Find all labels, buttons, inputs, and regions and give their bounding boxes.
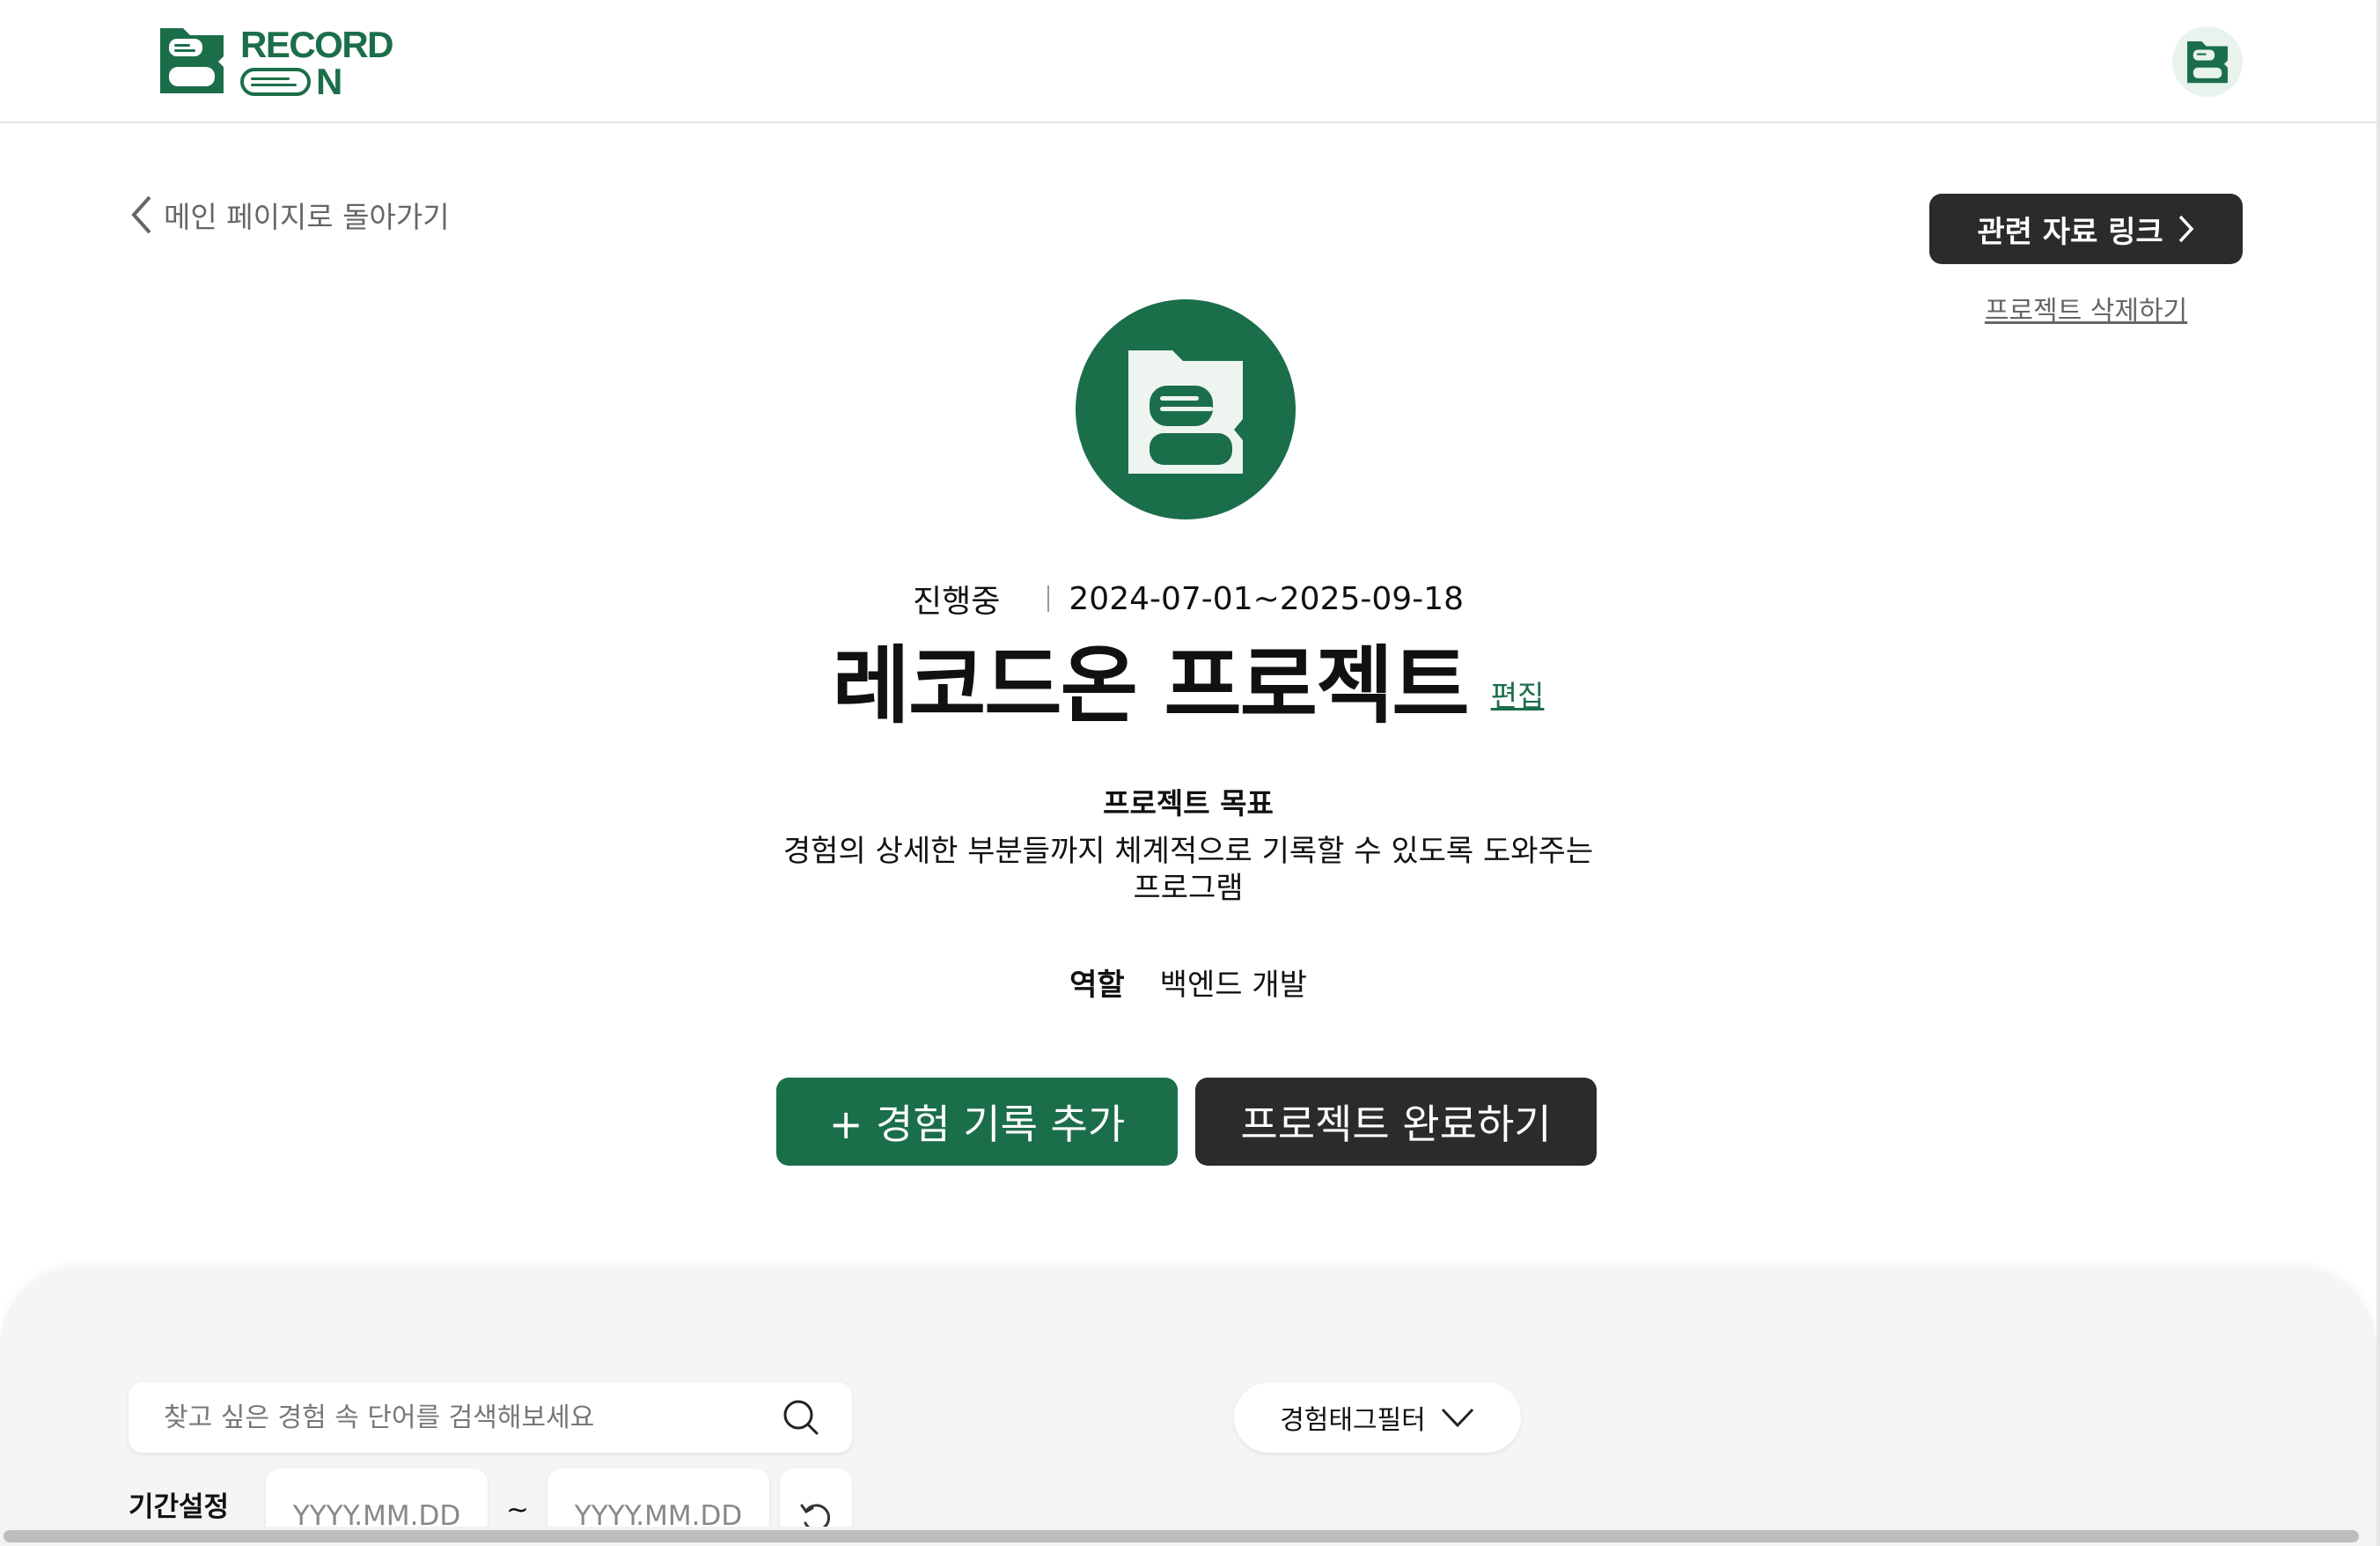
- project-title-row: 레코드온 프로젝트 편집: [0, 637, 2376, 734]
- date-range-separator: ~: [506, 1494, 529, 1526]
- horizontal-scrollbar-thumb[interactable]: [4, 1530, 2359, 1542]
- period-label: 기간설정: [129, 1491, 230, 1523]
- related-link-button[interactable]: 관련 자료 링크: [1929, 194, 2243, 264]
- edit-link[interactable]: 편집: [1491, 673, 1545, 715]
- logo-mark-icon: [160, 28, 224, 93]
- search-icon[interactable]: [782, 1398, 820, 1437]
- meta-divider: [1047, 585, 1050, 612]
- delete-project-link[interactable]: 프로젝트 삭제하기: [1929, 289, 2243, 328]
- project-thumbnail: [1076, 299, 1296, 519]
- record-on-logo-icon: [2187, 41, 2228, 84]
- role-label: 역할: [1069, 967, 1125, 1003]
- goal-label: 프로젝트 목표: [1103, 786, 1274, 821]
- chevron-right-icon: [2178, 215, 2194, 243]
- related-link-label: 관련 자료 링크: [1977, 214, 2163, 250]
- project-period: 2024-07-01~2025-09-18: [1069, 580, 1464, 617]
- profile-avatar[interactable]: [2172, 26, 2243, 97]
- logo-wordmark-line1: RECORD: [240, 24, 394, 65]
- top-header: RECORD N: [0, 0, 2376, 123]
- action-buttons: + 경험 기록 추가 프로젝트 완료하기: [776, 1078, 1597, 1166]
- experience-tag-filter-dropdown[interactable]: 경험태그필터: [1234, 1382, 1521, 1453]
- horizontal-scrollbar[interactable]: [0, 1527, 2376, 1546]
- project-status: 진행중: [913, 584, 1001, 620]
- search-input[interactable]: [164, 1402, 782, 1433]
- project-role: 역할 백엔드 개발: [0, 960, 2376, 1004]
- logo-wordmark-n: N: [316, 61, 343, 102]
- chevron-left-icon: [131, 195, 151, 234]
- page: RECORD N 메인 페이지로 돌아가기 관련 자료 링크 프로젝트 삭제하기…: [0, 0, 2380, 1546]
- complete-project-button[interactable]: 프로젝트 완료하기: [1195, 1078, 1597, 1166]
- back-label: 메인 페이지로 돌아가기: [164, 200, 450, 234]
- chevron-down-icon: [1441, 1408, 1473, 1428]
- project-meta: 진행중 2024-07-01~2025-09-18: [0, 574, 2376, 623]
- search-box: [129, 1382, 852, 1453]
- goal-text: 경험의 상세한 부분들까지 체계적으로 기록할 수 있도록 도와주는 프로그램: [782, 834, 1594, 906]
- back-to-main-link[interactable]: 메인 페이지로 돌아가기: [129, 192, 450, 238]
- project-title: 레코드온 프로젝트: [832, 637, 1470, 735]
- add-experience-button[interactable]: + 경험 기록 추가: [776, 1078, 1178, 1166]
- logo-o-pill-icon: [240, 68, 311, 96]
- logo-wordmark-line2: N: [240, 63, 342, 100]
- role-value: 백엔드 개발: [1159, 967, 1307, 1003]
- tag-filter-label: 경험태그필터: [1280, 1405, 1426, 1436]
- folder-record-icon: [1128, 350, 1243, 474]
- vertical-scrollbar[interactable]: [2376, 0, 2380, 1546]
- record-on-logo[interactable]: RECORD N: [157, 25, 403, 100]
